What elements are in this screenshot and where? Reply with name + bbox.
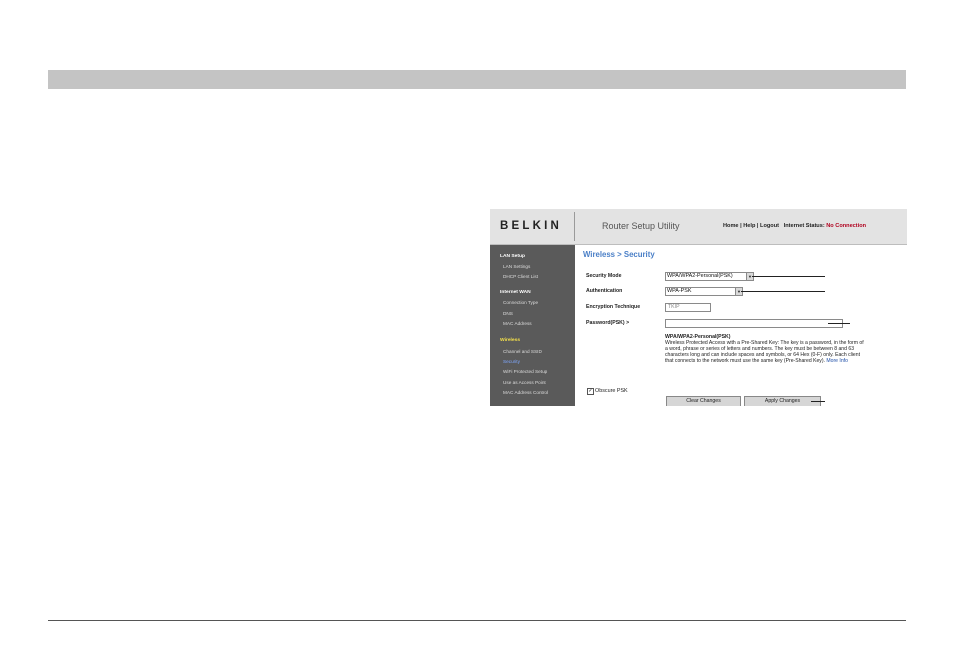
router-setup-screenshot: BELKIN Router Setup Utility Home | Help … — [490, 209, 907, 406]
bottom-rule — [48, 620, 906, 621]
header-links: Home | Help | Logout Internet Status: No… — [723, 223, 867, 229]
encryption-technique-field: TKIP — [665, 303, 711, 312]
sidebar-item-channel-and-ssid[interactable]: Channel and SSID — [503, 349, 542, 354]
obscure-psk-checkbox[interactable]: ✓ — [587, 388, 594, 395]
app-title: Router Setup Utility — [602, 221, 680, 231]
logout-link[interactable]: Logout — [760, 223, 779, 229]
sidebar-item-mac-address[interactable]: MAC Address — [503, 321, 532, 326]
security-mode-select[interactable]: WPA/WPA2-Personal(PSK) ▼ — [665, 272, 754, 281]
apply-changes-button[interactable]: Apply Changes — [744, 396, 821, 406]
security-mode-value: WPA/WPA2-Personal(PSK) — [667, 273, 733, 279]
main-content: Wireless > Security Security Mode WPA/WP… — [576, 245, 907, 406]
sidebar-item-connection-type[interactable]: Connection Type — [503, 300, 538, 305]
internet-status-value: No Connection — [826, 223, 867, 229]
sidebar-item-wifi-protected-setup[interactable]: WiFi Protected Setup — [503, 369, 547, 374]
callout-line-security-mode — [752, 276, 825, 277]
password-psk-input[interactable] — [665, 319, 843, 328]
sidebar-item-use-as-access-point[interactable]: Use as Access Point — [503, 380, 546, 385]
top-banner-bar — [48, 70, 906, 89]
security-mode-label: Security Mode — [586, 273, 622, 279]
internet-status-label: Internet Status: — [783, 223, 825, 229]
page-title: Wireless > Security — [583, 250, 655, 259]
home-link[interactable]: Home — [723, 223, 739, 229]
password-psk-label: Password(PSK) > — [586, 320, 630, 326]
authentication-label: Authentication — [586, 288, 623, 294]
description-text: Wireless Protected Access with a Pre-Sha… — [665, 340, 864, 364]
sidebar-item-dns[interactable]: DNS — [503, 311, 513, 316]
more-info-link[interactable]: More Info — [826, 358, 848, 364]
obscure-psk-label: Obscure PSK — [595, 388, 628, 394]
authentication-select[interactable]: WPA-PSK ▼ — [665, 287, 743, 296]
belkin-logo: BELKIN — [500, 220, 563, 232]
header: BELKIN Router Setup Utility Home | Help … — [490, 209, 907, 245]
authentication-value: WPA-PSK — [667, 288, 692, 294]
sidebar-section-internet-wan[interactable]: Internet WAN — [500, 290, 531, 295]
help-link[interactable]: Help — [743, 223, 755, 229]
sidebar-item-mac-address-control[interactable]: MAC Address Control — [503, 390, 548, 395]
header-divider — [574, 212, 575, 241]
callout-line-authentication — [741, 291, 825, 292]
callout-line-apply — [811, 401, 825, 402]
sidebar-item-dhcp-client-list[interactable]: DHCP Client List — [503, 274, 538, 279]
clear-changes-button[interactable]: Clear Changes — [666, 396, 741, 406]
encryption-technique-label: Encryption Technique — [586, 304, 641, 310]
sidebar-section-wireless[interactable]: Wireless — [500, 338, 520, 343]
sidebar-section-lan-setup[interactable]: LAN Setup — [500, 254, 525, 259]
sidebar-item-security[interactable]: Security — [503, 359, 520, 364]
callout-line-password — [828, 323, 850, 324]
sidebar: LAN Setup LAN Settings DHCP Client List … — [490, 245, 575, 406]
sidebar-item-lan-settings[interactable]: LAN Settings — [503, 264, 530, 269]
